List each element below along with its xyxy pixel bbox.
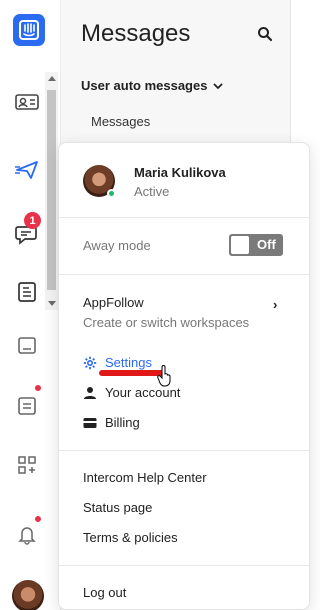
chevron-right-icon[interactable]: ›	[273, 297, 277, 312]
nav-item-messages[interactable]: Messages	[91, 114, 150, 129]
scroll-down-arrow-icon[interactable]	[48, 301, 56, 306]
away-mode-label: Away mode	[83, 238, 151, 253]
away-mode-toggle[interactable]: Off	[229, 234, 283, 256]
help-center-link[interactable]: Intercom Help Center	[83, 470, 207, 485]
nav-rail: 1	[0, 0, 61, 610]
online-status-dot	[107, 189, 116, 198]
credit-card-icon	[83, 416, 97, 430]
articles-icon[interactable]	[13, 278, 41, 306]
status-page-link[interactable]: Status page	[83, 500, 152, 515]
apps-icon[interactable]	[13, 451, 41, 479]
divider	[59, 274, 309, 275]
reports-dot	[35, 385, 41, 391]
notifications-icon[interactable]	[13, 520, 41, 548]
billing-label: Billing	[105, 415, 140, 430]
terms-policies-link[interactable]: Terms & policies	[83, 530, 178, 545]
user-name: Maria Kulikova	[134, 165, 226, 180]
account-menu: Maria Kulikova Active Away mode Off AppF…	[58, 142, 310, 610]
settings-label: Settings	[105, 355, 152, 370]
reports-icon[interactable]	[13, 392, 41, 420]
page-title: Messages	[81, 20, 191, 47]
gear-icon	[83, 356, 97, 370]
search-icon[interactable]	[257, 26, 273, 42]
user-status: Active	[134, 184, 170, 199]
inbox-badge: 1	[24, 212, 41, 229]
workspace-description: Create or switch workspaces	[83, 315, 250, 330]
contacts-icon[interactable]	[13, 88, 41, 116]
settings-item[interactable]: Settings	[83, 355, 152, 370]
toggle-label: Off	[257, 237, 276, 252]
your-account-item[interactable]: Your account	[83, 385, 180, 400]
toggle-knob	[231, 236, 249, 254]
conversations-icon[interactable]	[13, 332, 41, 360]
scroll-up-arrow-icon[interactable]	[48, 76, 56, 81]
divider	[59, 565, 309, 566]
logout-link[interactable]: Log out	[83, 585, 126, 600]
divider	[59, 450, 309, 451]
person-icon	[83, 386, 97, 400]
hand-cursor-icon	[157, 365, 173, 387]
section-label: User auto messages	[81, 78, 208, 93]
billing-item[interactable]: Billing	[83, 415, 140, 430]
user-avatar[interactable]	[12, 580, 44, 610]
workspace-name[interactable]: AppFollow	[83, 295, 144, 310]
notifications-dot	[35, 516, 41, 522]
annotation-underline	[99, 370, 165, 376]
section-dropdown[interactable]: User auto messages	[81, 78, 224, 93]
rail-scrollbar[interactable]	[45, 72, 58, 310]
your-account-label: Your account	[105, 385, 181, 400]
scroll-thumb[interactable]	[47, 90, 56, 290]
outbound-icon[interactable]	[13, 156, 41, 184]
intercom-logo-icon[interactable]	[13, 14, 45, 46]
chevron-down-icon	[213, 82, 224, 89]
divider	[59, 217, 309, 218]
